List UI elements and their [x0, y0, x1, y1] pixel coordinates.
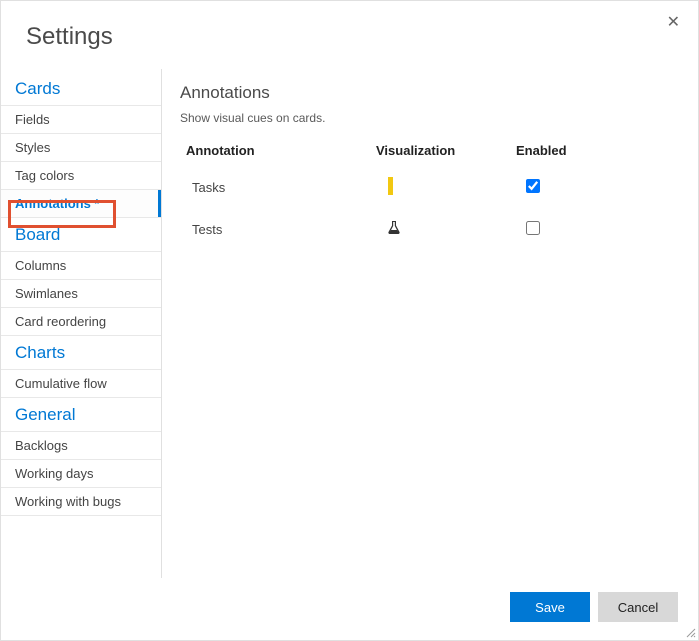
visualization-cell [370, 177, 510, 198]
sidebar-item-columns[interactable]: Columns [1, 252, 161, 280]
table-row: Tasks [180, 166, 680, 208]
section-header-charts: Charts [1, 336, 161, 370]
sidebar-item-annotations[interactable]: Annotations * [1, 190, 161, 218]
sidebar-item-styles[interactable]: Styles [1, 134, 161, 162]
col-header-visualization: Visualization [370, 143, 510, 158]
table-row: Tests [180, 208, 680, 250]
col-header-enabled: Enabled [510, 143, 610, 158]
sidebar-item-working-days[interactable]: Working days [1, 460, 161, 488]
col-header-annotation: Annotation [180, 143, 370, 158]
resize-handle-icon[interactable] [686, 628, 696, 638]
save-button[interactable]: Save [510, 592, 590, 622]
sidebar-item-working-with-bugs[interactable]: Working with bugs [1, 488, 161, 516]
sidebar-item-card-reordering[interactable]: Card reordering [1, 308, 161, 336]
enabled-checkbox-tests[interactable] [526, 221, 540, 235]
main-description: Show visual cues on cards. [180, 111, 680, 125]
close-icon[interactable]: ✕ [663, 11, 684, 35]
enabled-checkbox-tasks[interactable] [526, 179, 540, 193]
flask-icon [386, 220, 402, 239]
section-header-cards: Cards [1, 69, 161, 106]
sidebar-item-tag-colors[interactable]: Tag colors [1, 162, 161, 190]
main-title: Annotations [180, 83, 680, 103]
visualization-cell [370, 220, 510, 239]
dialog-title: Settings [1, 1, 698, 69]
enabled-cell [510, 221, 610, 238]
sidebar-item-fields[interactable]: Fields [1, 106, 161, 134]
sidebar-item-backlogs[interactable]: Backlogs [1, 432, 161, 460]
enabled-cell [510, 179, 610, 196]
footer: Save Cancel [510, 592, 678, 622]
sidebar-item-cumulative-flow[interactable]: Cumulative flow [1, 370, 161, 398]
content: Cards Fields Styles Tag colors Annotatio… [1, 69, 698, 578]
sidebar-item-swimlanes[interactable]: Swimlanes [1, 280, 161, 308]
main-panel: Annotations Show visual cues on cards. A… [162, 69, 698, 578]
annotation-name: Tasks [180, 180, 370, 195]
annotation-name: Tests [180, 222, 370, 237]
section-header-general: General [1, 398, 161, 432]
section-header-board: Board [1, 218, 161, 252]
cancel-button[interactable]: Cancel [598, 592, 678, 622]
table-header: Annotation Visualization Enabled [180, 143, 680, 166]
bar-icon [388, 177, 393, 195]
sidebar: Cards Fields Styles Tag colors Annotatio… [1, 69, 162, 578]
